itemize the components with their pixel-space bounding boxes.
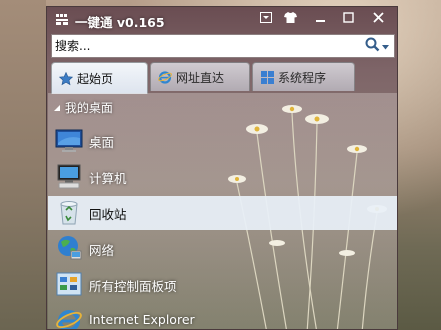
tab-web-direct[interactable]: 网址直达 [150, 62, 250, 91]
app-logo-icon [55, 13, 69, 26]
ie-icon [55, 306, 83, 329]
collapse-arrow-icon [53, 101, 65, 115]
chevron-down-icon [382, 40, 389, 53]
tab-bar: 起始页 网址直达 系统程序 [51, 62, 397, 94]
desktop-icon [55, 126, 83, 154]
item-label: 桌面 [89, 135, 115, 150]
network-icon [55, 234, 83, 262]
list-item-computer[interactable]: 计算机 [48, 160, 397, 192]
windows-icon [260, 70, 274, 84]
control-panel-icon [55, 270, 83, 298]
recycle-bin-icon [55, 198, 83, 226]
tab-label: 起始页 [77, 72, 114, 86]
list-item-control-panel[interactable]: 所有控制面板项 [48, 268, 397, 300]
computer-icon [55, 162, 83, 190]
close-icon [372, 12, 384, 26]
maximize-icon [342, 12, 354, 26]
tab-label: 系统程序 [278, 70, 327, 85]
minimize-button[interactable] [309, 11, 331, 27]
desktop-background-left [0, 0, 46, 330]
window-title: 一键通 v0.165 [75, 15, 165, 30]
dropdown-menu-button[interactable] [255, 11, 277, 27]
list-item-recycle-bin[interactable]: 回收站 [48, 196, 397, 230]
section-label: 我的桌面 [64, 101, 113, 115]
skin-button[interactable] [279, 11, 301, 27]
minimize-icon [315, 12, 326, 26]
item-label: 网络 [89, 243, 115, 258]
app-window: 一键通 v0.165 搜索... 起始页 网址直达 系统程序 我的桌面 桌面 计… [46, 6, 398, 330]
maximize-button[interactable] [337, 11, 359, 27]
list-item-internet-explorer[interactable]: Internet Explorer [48, 304, 397, 329]
item-label: 回收站 [89, 207, 127, 222]
shirt-icon [283, 12, 297, 26]
close-button[interactable] [367, 11, 389, 27]
item-label: 计算机 [89, 171, 127, 186]
title-bar[interactable]: 一键通 v0.165 [47, 7, 397, 33]
ie-icon [158, 70, 172, 84]
item-label: Internet Explorer [89, 312, 195, 327]
section-my-desktop[interactable]: 我的桌面 [53, 99, 113, 116]
tab-system-programs[interactable]: 系统程序 [252, 62, 355, 91]
list-item-desktop[interactable]: 桌面 [48, 124, 397, 156]
search-button[interactable] [362, 36, 392, 56]
list-item-network[interactable]: 网络 [48, 232, 397, 264]
search-icon [365, 37, 380, 55]
tab-start-page[interactable]: 起始页 [51, 62, 148, 94]
search-input[interactable] [55, 37, 355, 55]
tab-label: 网址直达 [176, 70, 225, 85]
content-panel: 我的桌面 桌面 计算机 回收站 网络 所有控制面板项 Internet Expl… [48, 93, 397, 329]
search-box [51, 34, 395, 58]
item-label: 所有控制面板项 [89, 279, 177, 294]
menu-icon [260, 12, 272, 26]
star-icon [59, 71, 73, 86]
